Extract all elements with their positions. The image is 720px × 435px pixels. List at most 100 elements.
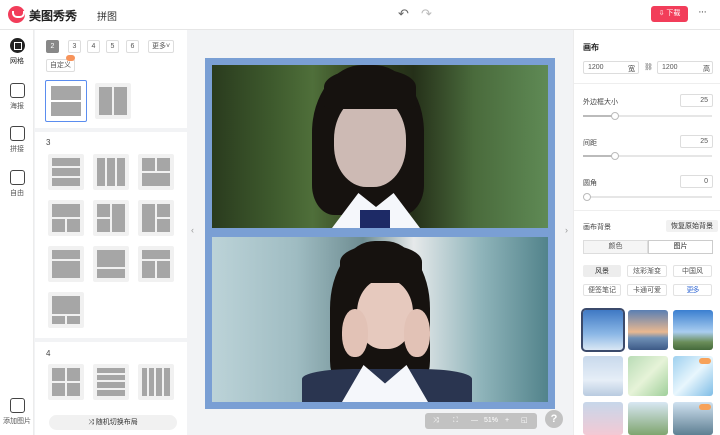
zoom-in-button[interactable]: + bbox=[505, 413, 509, 429]
layout-3-left-split[interactable] bbox=[93, 200, 129, 236]
zoom-out-button[interactable]: — bbox=[471, 413, 478, 429]
layout-3-bottom-split[interactable] bbox=[48, 200, 84, 236]
count-tab-3[interactable]: 3 bbox=[68, 40, 81, 53]
nav-free[interactable]: 自由 bbox=[0, 170, 34, 198]
layout-3-stack-b[interactable] bbox=[93, 246, 129, 282]
height-unit: 高 bbox=[703, 66, 710, 73]
zoom-level: 51% bbox=[484, 417, 499, 424]
category-chinese[interactable]: 中国风 bbox=[673, 265, 712, 277]
redo-icon[interactable]: ↷ bbox=[421, 6, 432, 22]
layout-3-stack-d[interactable] bbox=[48, 292, 84, 328]
link-ratio-icon[interactable]: ⛓ bbox=[644, 63, 653, 71]
category-gradient[interactable]: 炫彩渐变 bbox=[627, 265, 667, 277]
grid-icon bbox=[9, 38, 25, 53]
add-image-icon bbox=[9, 398, 25, 413]
more-menu-icon[interactable]: ··· bbox=[698, 6, 707, 18]
border-size-label: 外边框大小 bbox=[583, 99, 618, 106]
layout-3-columns[interactable] bbox=[93, 154, 129, 190]
undo-icon[interactable]: ↶ bbox=[398, 6, 409, 22]
category-more[interactable]: 更多 bbox=[673, 284, 712, 296]
count-more-label: 更多 bbox=[151, 43, 166, 50]
category-landscape[interactable]: 风景 bbox=[583, 265, 621, 277]
shuffle-layout-button[interactable]: ⤨ 随机切换布局 bbox=[49, 415, 177, 430]
border-size-input[interactable]: 25 bbox=[680, 94, 713, 107]
bg-swatch-sky[interactable] bbox=[581, 308, 625, 352]
shuffle-icon[interactable]: ⤨ bbox=[433, 413, 439, 429]
collage-photo-bottom[interactable] bbox=[212, 237, 548, 402]
section-3-heading: 3 bbox=[46, 138, 51, 147]
layout-3-top-split[interactable] bbox=[138, 154, 174, 190]
width-unit: 宽 bbox=[628, 66, 635, 73]
panel-divider bbox=[574, 210, 720, 211]
add-image-button[interactable]: 添加图片 bbox=[0, 398, 34, 426]
bg-swatch-blue-light[interactable] bbox=[673, 356, 713, 396]
collage-photo-top[interactable] bbox=[212, 65, 548, 228]
layout-2-horizontal[interactable] bbox=[45, 80, 87, 122]
photo-hand-left bbox=[342, 309, 368, 357]
section-divider bbox=[35, 338, 187, 342]
bg-swatch-sunset[interactable] bbox=[628, 310, 668, 350]
category-notes[interactable]: 便签笔记 bbox=[583, 284, 621, 296]
spacing-slider[interactable] bbox=[583, 152, 712, 160]
layout-panel: 2 3 4 5 6 更多˅ 自定义 3 4 ⤨ 随机切换布局 bbox=[35, 30, 187, 435]
canvas-bg-label: 画布背景 bbox=[583, 224, 611, 231]
stitch-icon bbox=[9, 126, 25, 141]
section-4-heading: 4 bbox=[46, 349, 51, 358]
collage-canvas[interactable] bbox=[205, 58, 555, 409]
corner-radius-slider[interactable] bbox=[583, 193, 712, 201]
height-value: 1200 bbox=[662, 64, 678, 71]
canvas-section-title: 画布 bbox=[583, 43, 599, 52]
help-icon[interactable]: ? bbox=[545, 410, 563, 428]
nav-stitch[interactable]: 拼接 bbox=[0, 126, 34, 154]
original-size-icon[interactable]: ◱ bbox=[521, 413, 528, 429]
app-name: 美图秀秀 bbox=[29, 9, 78, 23]
slider-handle[interactable] bbox=[583, 193, 591, 201]
new-badge bbox=[66, 55, 75, 61]
nav-grid[interactable]: 网格 bbox=[0, 38, 34, 66]
collapse-left-icon[interactable]: ‹ bbox=[191, 225, 194, 235]
layout-4-rows[interactable] bbox=[93, 364, 129, 400]
layout-3-rows[interactable] bbox=[48, 154, 84, 190]
layout-3-right-split[interactable] bbox=[138, 200, 174, 236]
shuffle-icon: ⤨ bbox=[88, 419, 96, 426]
free-layout-icon bbox=[9, 170, 25, 185]
nav-poster-label: 海报 bbox=[10, 103, 24, 110]
reset-bg-button[interactable]: 恢复原始背景 bbox=[666, 220, 718, 232]
layout-4-grid[interactable] bbox=[48, 364, 84, 400]
photo-bangs bbox=[340, 245, 422, 283]
bg-swatch-green-light[interactable] bbox=[628, 356, 668, 396]
bg-swatch-mountain[interactable] bbox=[673, 402, 713, 435]
bg-swatch-blossom[interactable] bbox=[583, 402, 623, 435]
section-divider bbox=[35, 128, 187, 132]
vip-badge bbox=[699, 404, 711, 410]
collapse-right-icon[interactable]: › bbox=[565, 225, 568, 235]
add-image-label: 添加图片 bbox=[3, 418, 31, 425]
bg-swatch-meadow[interactable] bbox=[673, 310, 713, 350]
border-size-slider[interactable] bbox=[583, 112, 712, 120]
corner-radius-input[interactable]: 0 bbox=[680, 175, 713, 188]
count-tab-2[interactable]: 2 bbox=[46, 40, 59, 53]
layout-4-columns[interactable] bbox=[138, 364, 174, 400]
panel-divider bbox=[574, 83, 720, 84]
bg-swatch-mist[interactable] bbox=[583, 356, 623, 396]
download-button[interactable]: ⇩ 下载 bbox=[651, 6, 688, 22]
spacing-input[interactable]: 25 bbox=[680, 135, 713, 148]
slider-handle[interactable] bbox=[611, 112, 619, 120]
tab-color[interactable]: 颜色 bbox=[583, 240, 648, 254]
layout-3-stack-c[interactable] bbox=[138, 246, 174, 282]
count-tab-5[interactable]: 5 bbox=[106, 40, 119, 53]
count-more-dropdown[interactable]: 更多˅ bbox=[148, 40, 174, 53]
slider-handle[interactable] bbox=[611, 152, 619, 160]
layout-3-stack-a[interactable] bbox=[48, 246, 84, 282]
meitu-logo-icon[interactable] bbox=[8, 6, 25, 23]
tab-image[interactable]: 图片 bbox=[648, 240, 713, 254]
bg-swatch-hills[interactable] bbox=[628, 402, 668, 435]
layout-2-vertical[interactable] bbox=[95, 83, 131, 119]
count-tab-4[interactable]: 4 bbox=[87, 40, 100, 53]
nav-poster[interactable]: 海报 bbox=[0, 83, 34, 111]
fit-screen-icon[interactable]: ⛶ bbox=[453, 413, 458, 429]
top-bar: 美图秀秀 拼图 ↶ ↷ ⇩ 下载 ··· bbox=[0, 0, 720, 30]
category-cartoon[interactable]: 卡通可爱 bbox=[627, 284, 667, 296]
corner-radius-label: 圆角 bbox=[583, 180, 597, 187]
count-tab-6[interactable]: 6 bbox=[126, 40, 139, 53]
